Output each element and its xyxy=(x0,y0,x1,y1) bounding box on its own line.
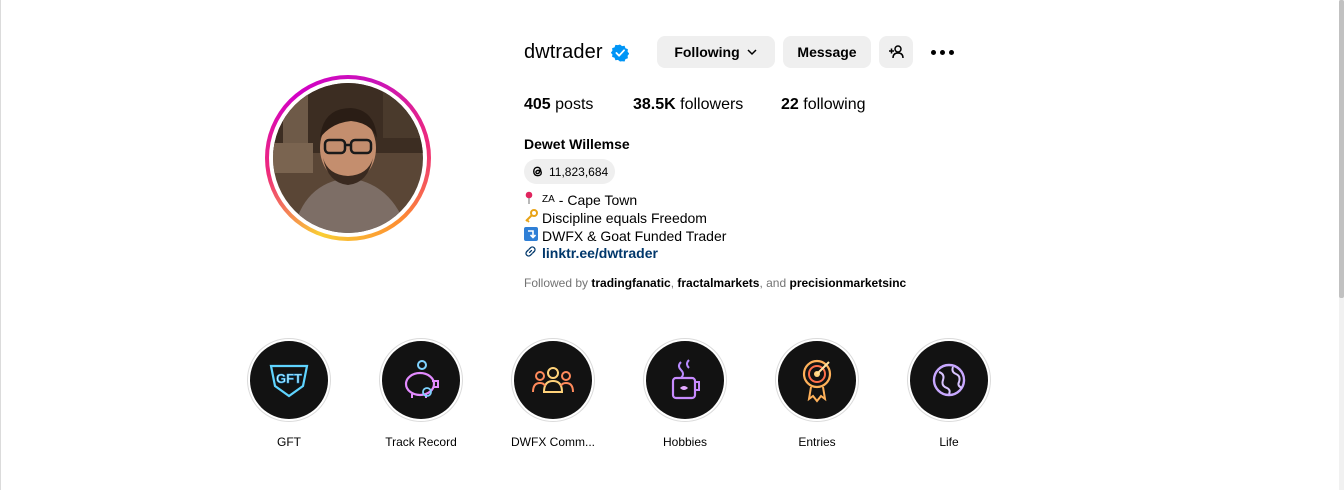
followers-label: followers xyxy=(680,96,744,113)
verified-badge-icon xyxy=(611,44,629,62)
bio-trader-text: DWFX & Goat Funded Trader xyxy=(542,227,727,244)
highlight-ring xyxy=(907,338,991,422)
highlight-label: DWFX Comm... xyxy=(511,435,595,449)
threads-count: 11,823,684 xyxy=(549,164,609,179)
highlight-ring xyxy=(511,338,595,422)
profile-avatar[interactable] xyxy=(273,83,423,233)
message-button-label: Message xyxy=(797,44,857,60)
highlight-label: Life xyxy=(939,435,959,449)
followers-stat[interactable]: 38.5K followers xyxy=(633,96,743,114)
following-count: 22 xyxy=(781,96,799,113)
highlight-cover xyxy=(646,341,724,419)
highlight-track-record[interactable]: Track Record xyxy=(379,338,463,449)
posts-count: 405 xyxy=(524,96,551,113)
highlight-dwfx-community[interactable]: DWFX Comm... xyxy=(511,338,595,449)
threads-badge[interactable]: 11,823,684 xyxy=(524,159,616,184)
bio-motto-text: Discipline equals Freedom xyxy=(542,209,707,226)
bio-line-trader: DWFX & Goat Funded Trader xyxy=(524,227,726,244)
highlight-gft[interactable]: GFT GFT xyxy=(247,338,331,449)
add-user-icon xyxy=(889,45,904,59)
highlight-cover xyxy=(382,341,460,419)
followed-by-prefix: Followed by xyxy=(524,276,589,290)
gft-logo-icon: GFT xyxy=(269,364,309,398)
scrollbar-track[interactable] xyxy=(1339,0,1344,490)
highlight-ring xyxy=(643,338,727,422)
country-code: ZA xyxy=(542,194,555,205)
globe-icon xyxy=(932,363,966,397)
highlight-cover xyxy=(514,341,592,419)
highlight-ring: GFT xyxy=(247,338,331,422)
followed-by-and: and xyxy=(766,276,787,290)
key-icon xyxy=(524,209,542,226)
profile-username: dwtrader xyxy=(524,41,603,63)
following-button[interactable]: Following xyxy=(657,36,775,68)
highlight-label: Track Record xyxy=(385,435,457,449)
more-dot xyxy=(948,49,954,55)
bio-line-location: ZA - Cape Town xyxy=(524,191,637,208)
profile-full-name: Dewet Willemse xyxy=(524,136,630,152)
highlight-cover xyxy=(910,341,988,419)
window-edge xyxy=(0,0,1,490)
bio-link[interactable]: linktr.ee/dwtrader xyxy=(524,245,658,261)
bio-location-text: - Cape Town xyxy=(558,191,638,208)
following-label: following xyxy=(803,96,866,113)
piggy-bank-icon xyxy=(404,360,439,398)
highlight-ring xyxy=(775,338,859,422)
bio-line-motto: Discipline equals Freedom xyxy=(524,209,707,226)
followed-by[interactable]: Followed by tradingfanatic, fractalmarke… xyxy=(524,276,906,290)
more-options-button[interactable] xyxy=(928,42,956,62)
chevron-down-icon xyxy=(747,49,757,56)
right-arrow-curving-down-icon xyxy=(524,227,542,244)
highlight-hobbies[interactable]: Hobbies xyxy=(643,338,727,449)
more-dot xyxy=(930,49,936,55)
highlight-life[interactable]: Life xyxy=(907,338,991,449)
pushpin-icon xyxy=(524,191,542,208)
followed-by-user[interactable]: fractalmarkets xyxy=(677,276,759,290)
threads-icon xyxy=(533,166,542,177)
highlight-cover xyxy=(778,341,856,419)
followers-count: 38.5K xyxy=(633,96,676,113)
highlight-label: Hobbies xyxy=(662,435,708,449)
posts-stat: 405 posts xyxy=(524,96,593,114)
followed-by-user[interactable]: tradingfanatic xyxy=(591,276,670,290)
followed-by-user[interactable]: precisionmarketsinc xyxy=(790,276,907,290)
bio-link-text[interactable]: linktr.ee/dwtrader xyxy=(542,245,658,261)
avatar-ring-gap xyxy=(269,79,427,237)
highlight-ring xyxy=(379,338,463,422)
target-icon xyxy=(802,359,832,403)
more-dot xyxy=(939,49,945,55)
link-icon xyxy=(524,245,542,261)
following-button-label: Following xyxy=(674,44,740,60)
coffee-mug-icon xyxy=(671,359,700,400)
highlight-label: Entries xyxy=(798,435,836,449)
following-stat[interactable]: 22 following xyxy=(781,96,866,114)
svg-text:GFT: GFT xyxy=(276,371,302,386)
profile-avatar-story-ring[interactable] xyxy=(265,75,431,241)
highlight-cover: GFT xyxy=(250,341,328,419)
posts-label: posts xyxy=(555,96,594,113)
suggested-users-button[interactable] xyxy=(879,36,913,68)
highlight-label: GFT xyxy=(277,435,301,449)
community-icon xyxy=(532,367,574,393)
scrollbar-thumb[interactable] xyxy=(1339,0,1344,298)
message-button[interactable]: Message xyxy=(783,36,871,68)
highlight-entries[interactable]: Entries xyxy=(775,338,859,449)
